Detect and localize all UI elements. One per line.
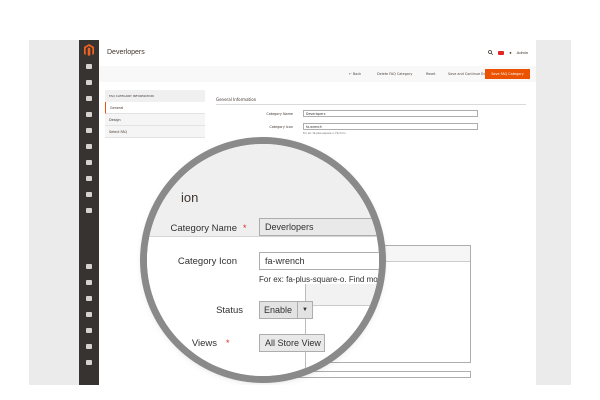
nav-reports[interactable] xyxy=(79,158,99,174)
tab-select-faq[interactable]: Select FAQ xyxy=(105,126,205,138)
header-tools: ● Admin xyxy=(488,50,528,55)
nav-sales[interactable] xyxy=(79,78,99,94)
category-name-input[interactable]: Deverlopers xyxy=(259,218,379,236)
nav-content[interactable] xyxy=(79,142,99,158)
page-actions: ← Back Delete FAQ Category Reset Save an… xyxy=(99,66,536,82)
status-label: Status xyxy=(216,305,243,316)
nav-marketing[interactable] xyxy=(79,126,99,142)
system-icon xyxy=(86,192,92,197)
extension-icon xyxy=(86,344,92,349)
extension-icon xyxy=(86,264,92,269)
tabs-heading: FAQ CATEGORY INFORMATION xyxy=(105,90,205,102)
sales-icon xyxy=(86,80,92,85)
back-button[interactable]: ← Back xyxy=(349,72,361,76)
extension-icon xyxy=(86,328,92,333)
admin-sidebar xyxy=(79,40,99,385)
page-title: Deverlopers xyxy=(107,49,145,56)
nav-customers[interactable] xyxy=(79,110,99,126)
extension-icon xyxy=(86,296,92,301)
magnified-divider xyxy=(147,236,379,237)
products-icon xyxy=(86,96,92,101)
marketing-icon xyxy=(86,128,92,133)
nav-extension-4[interactable] xyxy=(79,310,99,326)
required-asterisk: * xyxy=(243,223,247,233)
icon-help-text-small: For ex: fa-plus-square-o. Find mo xyxy=(303,132,346,135)
save-continue-button[interactable]: Save and Continue Edit xyxy=(448,72,488,76)
customers-icon xyxy=(86,112,92,117)
nav-partners[interactable] xyxy=(79,206,99,222)
category-icon-label: Category Icon xyxy=(177,256,237,267)
magnified-editor-toolbar[interactable] xyxy=(306,284,379,306)
category-name-label: Category Name xyxy=(170,223,237,234)
category-name-input-small[interactable]: Deverlopers xyxy=(303,110,478,117)
search-icon[interactable] xyxy=(488,50,494,55)
nav-extension-7[interactable] xyxy=(79,358,99,374)
nav-extension-1[interactable] xyxy=(79,262,99,278)
save-category-button[interactable]: Save FAQ Category xyxy=(485,69,530,79)
category-name-label-small: Category Name xyxy=(266,112,293,116)
magnifier-lens: ion Category Name * Deverlopers Category… xyxy=(147,144,379,376)
nav-extension-2[interactable] xyxy=(79,278,99,294)
nav-dashboard[interactable] xyxy=(79,62,99,78)
nav-system[interactable] xyxy=(79,190,99,206)
section-title: General Information xyxy=(216,97,257,102)
nav-products[interactable] xyxy=(79,94,99,110)
magnified-editor[interactable] xyxy=(305,284,379,376)
dashboard-icon xyxy=(86,64,92,69)
status-value: Enable xyxy=(264,305,293,315)
page-header: Deverlopers ● Admin xyxy=(99,40,536,62)
reset-button[interactable]: Reset xyxy=(426,72,435,76)
tab-design[interactable]: Design xyxy=(105,114,205,126)
required-asterisk-views: * xyxy=(226,338,230,348)
partners-icon xyxy=(86,208,92,213)
section-divider xyxy=(216,104,526,105)
content-icon xyxy=(86,144,92,149)
nav-extension-6[interactable] xyxy=(79,342,99,358)
notifications-icon[interactable] xyxy=(498,50,505,55)
extension-icon xyxy=(86,360,92,365)
chevron-down-icon: ▼ xyxy=(297,302,312,318)
stores-icon xyxy=(86,176,92,181)
store-views-label: Views xyxy=(191,338,217,349)
tab-general[interactable]: General xyxy=(105,102,205,114)
magento-logo-icon xyxy=(84,44,94,56)
extension-icon xyxy=(86,280,92,285)
status-select[interactable]: Enable ▼ xyxy=(259,301,313,319)
nav-stores[interactable] xyxy=(79,174,99,190)
magnified-section-title: ion xyxy=(181,190,199,205)
store-views-select[interactable]: All Store View xyxy=(259,334,325,352)
category-icon-input[interactable]: fa-wrench xyxy=(259,252,379,270)
delete-category-button[interactable]: Delete FAQ Category xyxy=(377,72,412,76)
reports-icon xyxy=(86,160,92,165)
extension-icon xyxy=(86,312,92,317)
nav-extension-5[interactable] xyxy=(79,326,99,342)
screenshot-frame: Deverlopers ● Admin ← Back Delete FAQ Ca… xyxy=(29,40,571,385)
category-icon-input-small[interactable]: fa-wrench xyxy=(303,123,478,130)
category-icon-label-small: Category Icon xyxy=(269,125,293,129)
nav-extension-3[interactable] xyxy=(79,294,99,310)
user-icon[interactable]: ● xyxy=(509,50,511,55)
faq-category-tabs: FAQ CATEGORY INFORMATION General Design … xyxy=(105,90,205,138)
user-menu[interactable]: Admin xyxy=(517,50,528,55)
icon-help-text: For ex: fa-plus-square-o. Find mo xyxy=(259,275,378,284)
